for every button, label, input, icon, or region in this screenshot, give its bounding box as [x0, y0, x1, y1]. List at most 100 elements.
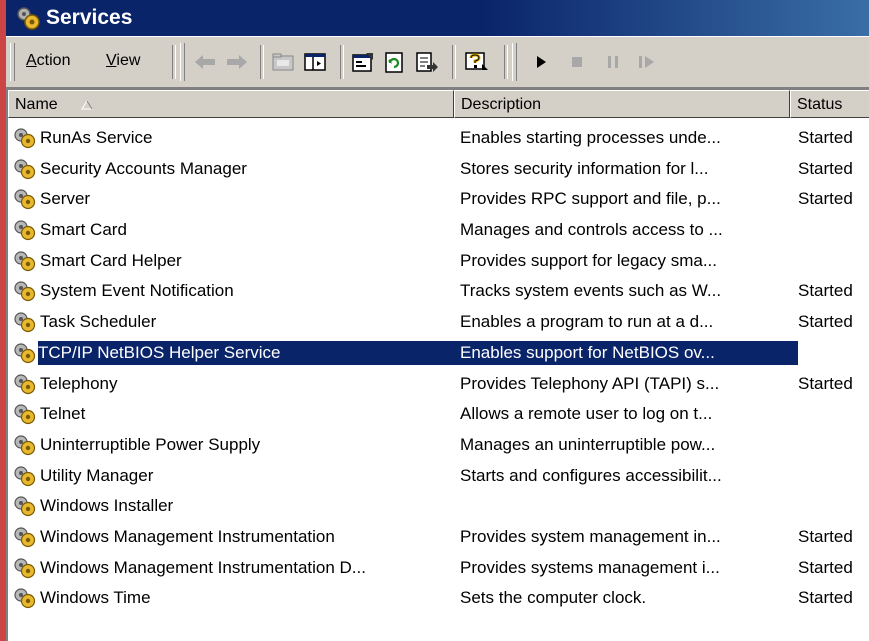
export-list-icon	[416, 52, 438, 72]
services-window: Services Action View Name Description St…	[0, 0, 869, 641]
service-gear-icon	[12, 586, 38, 610]
menu-view[interactable]: View	[106, 52, 140, 70]
service-name: Smart Card Helper	[40, 250, 182, 270]
service-row[interactable]: System Event Notification Tracks system e…	[8, 276, 869, 307]
toolbar-grip[interactable]	[512, 43, 517, 81]
refresh-button[interactable]	[380, 47, 410, 77]
start-service-button[interactable]	[526, 47, 556, 77]
service-status: Started	[798, 189, 853, 209]
back-arrow-icon	[195, 55, 215, 69]
title-bar[interactable]: Services	[6, 0, 869, 36]
window-title: Services	[46, 6, 133, 29]
pause-service-button[interactable]	[598, 47, 628, 77]
toolbar-separator	[260, 45, 264, 79]
service-description: Allows a remote user to log on t...	[460, 404, 713, 424]
service-description: Sets the computer clock.	[460, 588, 647, 608]
service-description: Enables support for NetBIOS ov...	[460, 342, 715, 362]
service-row[interactable]: Utility Manager Starts and configures acc…	[8, 461, 869, 492]
service-status: Started	[798, 373, 853, 393]
forward-button[interactable]	[222, 47, 252, 77]
service-description: Manages and controls access to ...	[460, 220, 723, 240]
service-row[interactable]: Windows Installer	[8, 491, 869, 522]
services-list[interactable]: Name Description Status RunAs Service Ena…	[6, 88, 869, 641]
service-description: Enables starting processes unde...	[460, 128, 721, 147]
export-list-button[interactable]	[412, 47, 442, 77]
service-row[interactable]: Windows Management Instrumentation D... P…	[8, 553, 869, 584]
service-row[interactable]: Windows Time Sets the computer clock. Star…	[8, 583, 869, 614]
column-header-status[interactable]: Status	[790, 90, 869, 118]
stop-service-button[interactable]	[562, 47, 592, 77]
service-status: Started	[798, 526, 853, 546]
service-gear-icon	[12, 525, 38, 549]
service-gear-icon	[12, 249, 38, 273]
service-row[interactable]: Server Provides RPC support and file, p..…	[8, 184, 869, 215]
service-name: Task Scheduler	[40, 312, 157, 332]
column-name-label: Name	[15, 96, 58, 113]
properties-button[interactable]	[348, 47, 378, 77]
column-header-description[interactable]: Description	[454, 90, 790, 118]
service-name: Telephony	[40, 373, 118, 393]
service-description: Enables a program to run at a d...	[460, 312, 714, 332]
column-description-label: Description	[461, 96, 542, 113]
service-name: Windows Time	[40, 588, 151, 608]
toolbar-separator	[504, 45, 508, 79]
toolbar-separator	[172, 45, 176, 79]
service-gear-icon	[12, 279, 38, 303]
toolbar-separator	[452, 45, 456, 79]
service-gear-icon	[12, 372, 38, 396]
toolbar-separator	[340, 45, 344, 79]
service-name: Telnet	[40, 404, 86, 424]
service-name: Smart Card	[40, 220, 127, 240]
list-rows: RunAs Service Enables starting processes …	[8, 123, 869, 614]
service-name: System Event Notification	[40, 281, 234, 301]
service-gear-icon	[12, 433, 38, 457]
properties-icon	[352, 53, 373, 72]
service-row[interactable]: TCP/IP NetBIOS Helper Service Enables sup…	[8, 338, 869, 369]
up-folder-icon	[272, 53, 294, 71]
service-row[interactable]: Uninterruptible Power Supply Manages an u…	[8, 430, 869, 461]
service-name: TCP/IP NetBIOS Helper Service	[38, 342, 281, 362]
show-hide-console-tree-button[interactable]	[300, 47, 330, 77]
help-button[interactable]	[462, 47, 492, 77]
service-row[interactable]: Security Accounts Manager Stores security…	[8, 154, 869, 185]
service-name: RunAs Service	[40, 128, 153, 147]
service-row[interactable]: Task Scheduler Enables a program to run a…	[8, 307, 869, 338]
service-status: Started	[798, 158, 853, 178]
toolbar-grip[interactable]	[180, 43, 185, 81]
service-gear-icon	[12, 218, 38, 242]
service-name: Windows Installer	[40, 496, 174, 516]
services-gear-icon	[17, 7, 40, 30]
service-name: Security Accounts Manager	[40, 158, 247, 178]
forward-arrow-icon	[227, 55, 247, 69]
service-gear-icon	[12, 310, 38, 334]
up-one-level-button[interactable]	[268, 47, 298, 77]
service-description: Starts and configures accessibilit...	[460, 465, 722, 485]
service-row[interactable]: Windows Management Instrumentation Provid…	[8, 522, 869, 553]
service-row[interactable]: Telephony Provides Telephony API (TAPI) s…	[8, 369, 869, 400]
stop-service-icon	[572, 57, 582, 67]
service-row[interactable]: Telnet Allows a remote user to log on t..…	[8, 399, 869, 430]
service-gear-icon	[12, 556, 38, 580]
service-status: Started	[798, 312, 853, 332]
service-description: Stores security information for l...	[460, 158, 709, 178]
service-description: Tracks system events such as W...	[460, 281, 722, 301]
service-row[interactable]: RunAs Service Enables starting processes …	[8, 123, 869, 154]
service-gear-icon	[12, 402, 38, 426]
list-header: Name Description Status	[8, 90, 869, 120]
restart-service-button[interactable]	[632, 47, 662, 77]
service-description: Manages an uninterruptible pow...	[460, 434, 716, 454]
sort-ascending-icon	[81, 100, 93, 110]
back-button[interactable]	[190, 47, 220, 77]
service-row[interactable]: Smart Card Helper Provides support for le…	[8, 246, 869, 277]
service-row[interactable]: Smart Card Manages and controls access to…	[8, 215, 869, 246]
help-icon	[465, 52, 488, 70]
show-hide-tree-icon	[304, 53, 326, 71]
toolbar: Action View	[6, 36, 869, 88]
column-header-name[interactable]: Name	[8, 90, 454, 118]
pause-service-icon	[608, 56, 618, 68]
service-status: Started	[798, 281, 853, 301]
toolbar-grip[interactable]	[10, 43, 15, 81]
restart-service-icon	[639, 56, 654, 68]
start-service-icon	[537, 56, 546, 68]
menu-action[interactable]: Action	[26, 52, 70, 70]
